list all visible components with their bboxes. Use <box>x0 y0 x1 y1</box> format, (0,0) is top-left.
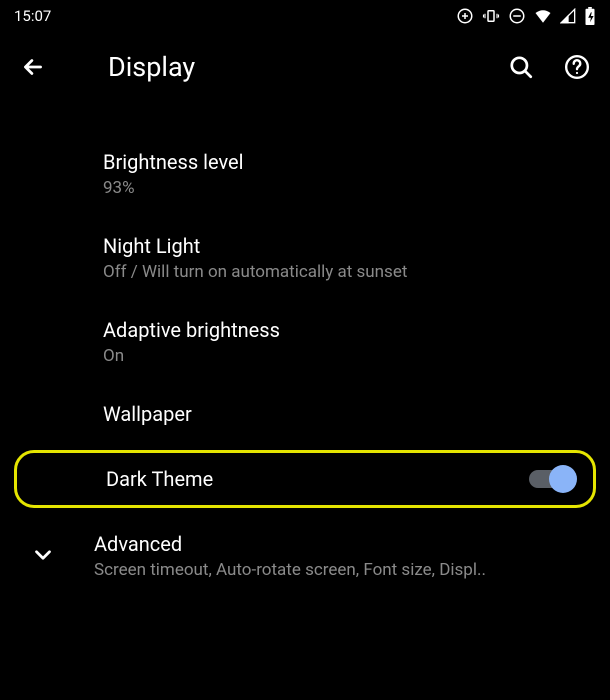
app-bar: Display <box>0 32 610 102</box>
back-button[interactable] <box>20 54 46 80</box>
status-icons <box>456 7 596 25</box>
setting-subtitle: 93% <box>103 178 590 198</box>
setting-dark-theme[interactable]: Dark Theme <box>14 450 596 508</box>
search-button[interactable] <box>508 54 534 80</box>
setting-brightness-level[interactable]: Brightness level 93% <box>0 132 610 216</box>
setting-subtitle: On <box>103 346 590 366</box>
setting-title: Dark Theme <box>106 467 213 491</box>
settings-list: Brightness level 93% Night Light Off / W… <box>0 102 610 598</box>
setting-subtitle: Off / Will turn on automatically at suns… <box>103 262 590 282</box>
data-saver-icon <box>456 7 474 25</box>
setting-title: Advanced <box>94 532 486 556</box>
status-bar: 15:07 <box>0 0 610 32</box>
setting-subtitle: Screen timeout, Auto-rotate screen, Font… <box>94 560 486 580</box>
setting-title: Brightness level <box>103 150 590 174</box>
setting-night-light[interactable]: Night Light Off / Will turn on automatic… <box>0 216 610 300</box>
status-time: 15:07 <box>14 7 51 25</box>
dark-theme-toggle[interactable] <box>529 470 573 488</box>
do-not-disturb-icon <box>508 7 526 25</box>
signal-icon <box>560 8 576 24</box>
setting-adaptive-brightness[interactable]: Adaptive brightness On <box>0 300 610 384</box>
wifi-icon <box>534 7 552 25</box>
setting-title: Night Light <box>103 234 590 258</box>
page-title: Display <box>76 51 478 83</box>
battery-charging-icon <box>584 7 596 25</box>
setting-advanced[interactable]: Advanced Screen timeout, Auto-rotate scr… <box>0 514 610 598</box>
setting-title: Adaptive brightness <box>103 318 590 342</box>
setting-wallpaper[interactable]: Wallpaper <box>0 384 610 444</box>
help-button[interactable] <box>564 54 590 80</box>
vibrate-icon <box>482 7 500 25</box>
chevron-down-icon <box>30 532 56 572</box>
setting-title: Wallpaper <box>103 402 590 426</box>
